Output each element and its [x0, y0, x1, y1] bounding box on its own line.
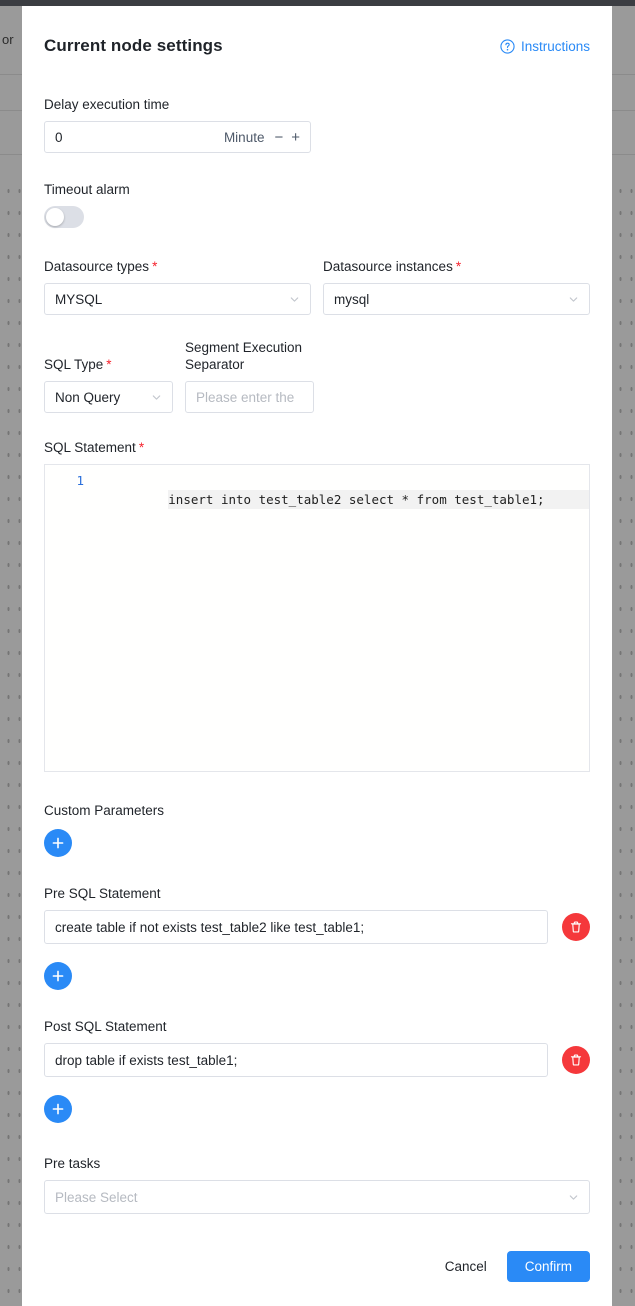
segment-separator-label: Segment Execution Separator — [185, 339, 314, 373]
plus-icon — [52, 970, 64, 982]
add-post-sql-button[interactable] — [44, 1095, 72, 1123]
delay-execution-unit: Minute — [223, 129, 265, 145]
timeout-alarm-field: Timeout alarm — [44, 181, 590, 228]
datasource-types-value: MYSQL — [55, 291, 103, 307]
sql-statement-field: SQL Statement * 1 insert into test_table2… — [44, 439, 590, 772]
sql-type-field: SQL Type * Non Query — [44, 339, 173, 413]
node-settings-modal: Current node settings Instructions Delay… — [22, 6, 612, 1306]
delay-execution-label: Delay execution time — [44, 97, 170, 112]
decrement-button[interactable]: − — [274, 130, 283, 145]
instructions-link[interactable]: Instructions — [500, 39, 590, 54]
backdrop-partial-text: or — [2, 32, 14, 47]
backdrop-divider — [612, 74, 635, 75]
pre-sql-field: Pre SQL Statement create table if not ex… — [44, 885, 590, 990]
label-text: SQL Statement — [44, 440, 136, 455]
add-custom-parameter-button[interactable] — [44, 829, 72, 857]
label-text: SQL Type — [44, 357, 104, 372]
delay-stepper: − + — [274, 130, 300, 145]
sql-code-editor[interactable]: 1 insert into test_table2 select * from … — [44, 464, 590, 772]
post-sql-label: Post SQL Statement — [44, 1019, 167, 1034]
datasource-types-label: Datasource types * — [44, 258, 311, 275]
custom-parameters-field: Custom Parameters — [44, 802, 590, 857]
modal-body: Delay execution time 0 Minute − + Timeou… — [22, 96, 612, 1214]
pre-sql-value: create table if not exists test_table2 l… — [55, 919, 365, 935]
page-title: Current node settings — [44, 36, 223, 55]
delete-post-sql-button[interactable] — [562, 1046, 590, 1074]
chevron-down-icon — [569, 296, 578, 302]
delay-execution-field: Delay execution time 0 Minute − + — [44, 96, 590, 153]
required-asterisk: * — [152, 259, 158, 274]
editor-code-area[interactable]: insert into test_table2 select * from te… — [93, 465, 589, 771]
backdrop-divider — [0, 154, 22, 155]
chevron-down-icon — [152, 394, 161, 400]
label-text: Segment Execution Separator — [185, 340, 303, 372]
question-circle-icon — [500, 38, 515, 54]
sql-type-select[interactable]: Non Query — [44, 381, 173, 413]
timeout-alarm-toggle[interactable] — [44, 206, 84, 228]
toggle-knob — [46, 208, 64, 226]
backdrop-divider — [0, 110, 22, 111]
add-pre-sql-button[interactable] — [44, 962, 72, 990]
timeout-alarm-label: Timeout alarm — [44, 182, 130, 197]
delay-execution-input[interactable]: 0 Minute − + — [44, 121, 311, 153]
custom-parameters-label: Custom Parameters — [44, 803, 165, 818]
required-asterisk: * — [106, 357, 112, 372]
pre-sql-input[interactable]: create table if not exists test_table2 l… — [44, 910, 548, 944]
segment-separator-input[interactable]: Please enter the — [185, 381, 314, 413]
cancel-button[interactable]: Cancel — [441, 1253, 491, 1280]
confirm-button[interactable]: Confirm — [506, 1251, 590, 1282]
increment-button[interactable]: + — [291, 130, 300, 145]
sql-type-row: SQL Type * Non Query Segment Execution Se… — [44, 339, 590, 413]
post-sql-value: drop table if exists test_table1; — [55, 1052, 238, 1068]
datasource-instances-field: Datasource instances * mysql — [323, 258, 590, 315]
pre-sql-label: Pre SQL Statement — [44, 886, 161, 901]
plus-icon — [52, 837, 64, 849]
modal-footer: Cancel Confirm — [22, 1251, 612, 1282]
label-text: Datasource types — [44, 259, 150, 274]
trash-icon — [570, 1054, 582, 1066]
sql-type-value: Non Query — [55, 389, 121, 405]
pre-sql-row: create table if not exists test_table2 l… — [44, 910, 590, 944]
chevron-down-icon — [569, 1194, 578, 1200]
pre-tasks-label: Pre tasks — [44, 1156, 101, 1171]
trash-icon — [570, 921, 582, 933]
datasource-instances-select[interactable]: mysql — [323, 283, 590, 315]
pre-tasks-placeholder: Please Select — [55, 1189, 138, 1205]
backdrop-divider — [0, 74, 22, 75]
chevron-down-icon — [290, 296, 299, 302]
datasource-instances-value: mysql — [334, 291, 370, 307]
pre-tasks-field: Pre tasks Please Select — [44, 1155, 590, 1214]
plus-icon — [52, 1103, 64, 1115]
editor-line-numbers: 1 — [45, 465, 93, 771]
line-number: 1 — [76, 473, 84, 488]
backdrop-canvas-dots — [0, 176, 22, 1306]
required-asterisk: * — [455, 259, 462, 274]
required-asterisk: * — [138, 440, 145, 455]
datasource-types-field: Datasource types * MYSQL — [44, 258, 311, 315]
sql-code-line: insert into test_table2 select * from te… — [168, 490, 589, 509]
backdrop-divider — [612, 110, 635, 111]
datasource-instances-label: Datasource instances * — [323, 258, 590, 275]
backdrop-divider — [612, 154, 635, 155]
instructions-label: Instructions — [520, 38, 590, 54]
delay-execution-value: 0 — [55, 129, 63, 145]
sql-type-label: SQL Type * — [44, 339, 173, 373]
segment-separator-placeholder: Please enter the — [196, 389, 295, 405]
backdrop-canvas-dots — [612, 176, 635, 1306]
post-sql-input[interactable]: drop table if exists test_table1; — [44, 1043, 548, 1077]
segment-separator-field: Segment Execution Separator Please enter… — [185, 339, 314, 413]
datasource-types-select[interactable]: MYSQL — [44, 283, 311, 315]
backdrop-left-strip: or — [0, 6, 22, 1306]
label-text: Datasource instances — [323, 259, 453, 274]
post-sql-field: Post SQL Statement drop table if exists … — [44, 1018, 590, 1123]
post-sql-row: drop table if exists test_table1; — [44, 1043, 590, 1077]
backdrop-right-strip — [612, 6, 635, 1306]
pre-tasks-select[interactable]: Please Select — [44, 1180, 590, 1214]
modal-header: Current node settings Instructions — [22, 6, 612, 62]
sql-statement-label: SQL Statement * — [44, 439, 590, 456]
delete-pre-sql-button[interactable] — [562, 913, 590, 941]
datasource-row: Datasource types * MYSQL Datasource insta… — [44, 258, 590, 315]
